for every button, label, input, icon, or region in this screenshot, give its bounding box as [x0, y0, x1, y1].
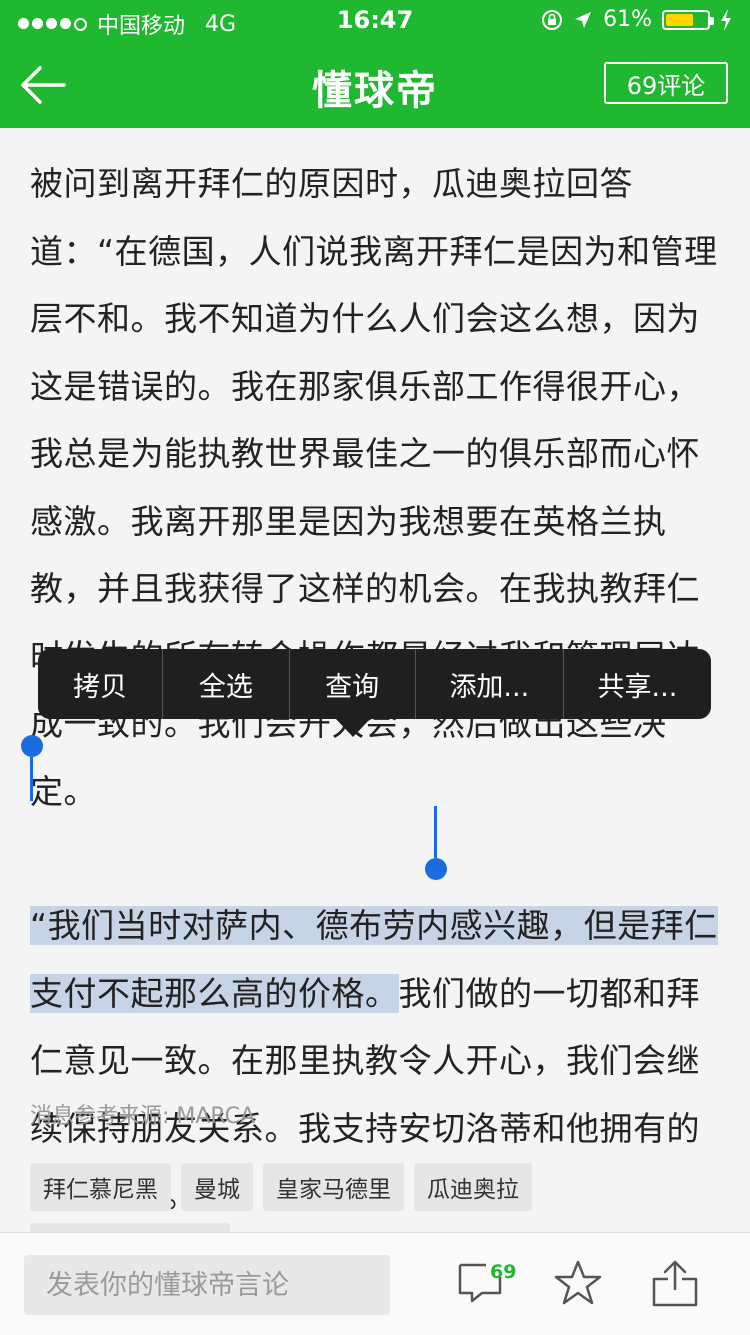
news-source: 消息参考来源: MARCA	[30, 1104, 256, 1129]
battery-icon	[662, 9, 714, 30]
location-arrow-icon	[575, 11, 592, 28]
comment-input[interactable]	[24, 1255, 390, 1315]
charging-bolt-icon	[721, 8, 731, 31]
comment-count-badge: 69	[490, 1261, 517, 1283]
menu-add[interactable]: 添加...	[416, 649, 564, 719]
menu-select-all[interactable]: 全选	[163, 649, 290, 719]
tag-item[interactable]: 曼城	[181, 1163, 253, 1211]
tag-item[interactable]: 拜仁慕尼黑	[30, 1163, 171, 1211]
share-icon[interactable]	[650, 1259, 700, 1309]
nav-bar: 懂球帝 69评论	[0, 40, 750, 128]
rotation-lock-icon	[542, 9, 563, 30]
bottom-toolbar: 69	[0, 1232, 750, 1335]
menu-pointer	[336, 719, 370, 737]
menu-look-up[interactable]: 查询	[290, 649, 416, 719]
status-bar: 中国移动 4G 16:47 61%	[0, 0, 750, 40]
text-selection-menu: 拷贝 全选 查询 添加... 共享...	[38, 649, 711, 719]
selection-start-handle[interactable]	[21, 735, 43, 757]
selection-end-caret	[434, 806, 437, 858]
star-icon[interactable]	[554, 1259, 602, 1307]
menu-share[interactable]: 共享...	[564, 649, 711, 719]
selection-start-caret	[30, 757, 33, 801]
tag-list: 拜仁慕尼黑 曼城 皇家马德里 瓜迪奥拉	[30, 1163, 532, 1211]
tag-item[interactable]: 皇家马德里	[263, 1163, 404, 1211]
battery-percent: 61%	[603, 7, 652, 32]
article-paragraph[interactable]: 被问到离开拜仁的原因时，瓜迪奥拉回答道：“在德国，人们说我离开拜仁是因为和管理层…	[30, 150, 720, 825]
app-header: 中国移动 4G 16:47 61% 懂球帝 69评论	[0, 0, 750, 128]
comments-button[interactable]: 69评论	[604, 62, 728, 104]
menu-copy[interactable]: 拷贝	[38, 649, 164, 719]
selection-end-handle[interactable]	[425, 858, 447, 880]
tag-item[interactable]: 瓜迪奥拉	[414, 1163, 532, 1211]
